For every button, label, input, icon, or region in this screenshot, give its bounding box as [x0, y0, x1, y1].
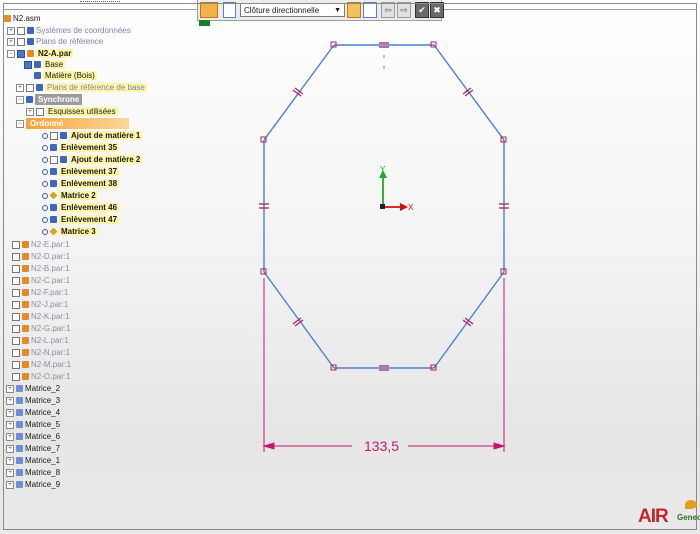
sketch-view[interactable]: Y X 133,5: [0, 0, 700, 534]
y-axis-label: Y: [380, 165, 386, 174]
linear-dimension[interactable]: [262, 278, 506, 452]
air-logo-text: AIR: [638, 506, 669, 527]
geneo-logo-text: Geneo: [677, 513, 700, 522]
air-logo: AIR: [638, 506, 669, 528]
sketch-line[interactable]: [263, 44, 335, 141]
coordinate-axes: Y X: [379, 165, 414, 212]
dimension-arrow-icon: [493, 442, 506, 450]
x-axis-label: X: [408, 203, 414, 212]
origin-icon[interactable]: [380, 204, 385, 209]
dimension-value[interactable]: 133,5: [364, 438, 399, 454]
sketch-line[interactable]: [433, 271, 505, 369]
leaf-icon: [685, 500, 697, 509]
x-axis-arrow-icon: [400, 203, 408, 211]
dimension-arrow-icon: [262, 442, 275, 450]
